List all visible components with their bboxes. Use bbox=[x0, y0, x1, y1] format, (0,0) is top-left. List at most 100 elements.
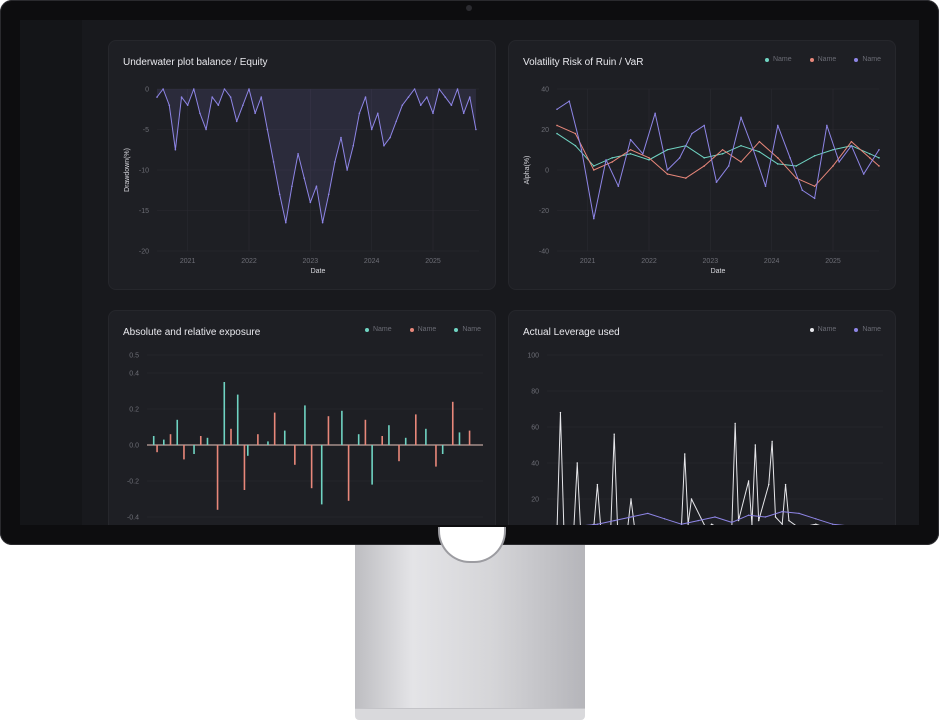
data-point bbox=[254, 112, 256, 115]
camera-dot bbox=[466, 5, 472, 11]
data-point bbox=[690, 498, 693, 500]
x-tick-label: 2025 bbox=[425, 258, 441, 265]
y-tick-label: -5 bbox=[143, 127, 149, 134]
exposure-bar bbox=[257, 434, 259, 445]
data-point bbox=[630, 516, 632, 518]
data-point bbox=[685, 177, 687, 179]
data-point bbox=[734, 422, 736, 425]
data-point bbox=[617, 185, 620, 187]
data-point bbox=[186, 104, 189, 106]
data-point bbox=[832, 165, 834, 167]
data-point bbox=[740, 161, 742, 163]
y-axis-label: Alpha(%) bbox=[524, 156, 531, 185]
y-tick-label: -15 bbox=[139, 208, 149, 215]
data-point bbox=[291, 185, 293, 187]
data-point bbox=[781, 523, 783, 525]
y-tick-label: 20 bbox=[541, 127, 549, 134]
data-point bbox=[715, 181, 718, 183]
exposure-chart: 0.5 0.4 0.2 0.0 -0.2 -0.4 bbox=[127, 353, 483, 522]
data-point bbox=[248, 88, 250, 90]
sidebar bbox=[20, 20, 82, 525]
volatility-chart: 40 20 0 -20 -40 2021 2022 2023 2024 2025 Date Alpha… bbox=[524, 87, 880, 275]
data-point bbox=[795, 165, 797, 167]
underwater-chart-panel: Underwater plot balance / Equity 0 -5 -10-… bbox=[108, 40, 496, 290]
data-point bbox=[315, 185, 318, 187]
data-point bbox=[878, 165, 880, 167]
exposure-bar bbox=[193, 445, 195, 454]
series-line bbox=[556, 124, 880, 187]
y-tick-label: 0.2 bbox=[129, 407, 139, 414]
data-point bbox=[205, 128, 207, 131]
data-point bbox=[475, 128, 477, 131]
data-point bbox=[426, 96, 428, 98]
data-point bbox=[703, 157, 705, 159]
data-point bbox=[663, 518, 666, 520]
exposure-bar bbox=[230, 428, 232, 445]
data-point bbox=[678, 157, 681, 159]
exposure-bar bbox=[468, 430, 471, 445]
data-point bbox=[242, 104, 244, 106]
data-point bbox=[777, 157, 779, 159]
series-line bbox=[556, 412, 820, 525]
data-point bbox=[596, 483, 599, 486]
x-tick-label: 2024 bbox=[764, 258, 780, 265]
data-point bbox=[438, 88, 440, 90]
y-tick-label: 60 bbox=[531, 425, 539, 432]
exposure-bar bbox=[398, 445, 400, 462]
data-point bbox=[784, 483, 787, 486]
exposure-bar bbox=[199, 436, 202, 445]
data-point bbox=[878, 148, 880, 151]
monitor-stand-base bbox=[355, 708, 585, 720]
exposure-bar bbox=[327, 416, 330, 445]
data-point bbox=[697, 519, 699, 522]
x-tick-label: 2023 bbox=[703, 258, 719, 265]
data-point bbox=[771, 440, 773, 443]
data-point bbox=[777, 163, 779, 165]
exposure-bar bbox=[169, 434, 172, 445]
data-point bbox=[832, 148, 834, 151]
data-point bbox=[413, 88, 416, 90]
data-point bbox=[815, 523, 817, 525]
drawdown-area bbox=[157, 89, 476, 223]
leverage-chart-panel: Actual Leverage used Name Name 100 80 60 40 2… bbox=[508, 310, 896, 525]
exposure-bar bbox=[364, 419, 367, 445]
data-point bbox=[629, 153, 632, 155]
data-point bbox=[798, 512, 800, 515]
data-point bbox=[777, 124, 779, 127]
data-point bbox=[340, 136, 342, 139]
data-point bbox=[456, 88, 459, 90]
y-tick-label: 0 bbox=[545, 168, 549, 175]
exposure-bar bbox=[441, 445, 444, 454]
data-point bbox=[613, 519, 615, 522]
data-point bbox=[613, 433, 615, 435]
y-tick-label: 80 bbox=[531, 389, 539, 396]
exposure-bar bbox=[458, 432, 461, 445]
data-point bbox=[754, 444, 757, 446]
data-point bbox=[838, 161, 840, 163]
exposure-bar bbox=[371, 445, 373, 485]
exposure-chart-panel: Absolute and relative exposure Name Name N… bbox=[108, 310, 496, 525]
data-point bbox=[364, 96, 367, 98]
data-point bbox=[654, 112, 656, 115]
underwater-chart: 0 -5 -10 -15 -20 2021 2022 2023 2024 2025 Date Draw… bbox=[124, 87, 479, 275]
exposure-bar bbox=[294, 445, 296, 465]
exposure-bar bbox=[273, 412, 276, 445]
data-point bbox=[789, 157, 791, 159]
data-point bbox=[850, 144, 853, 147]
x-axis-label: Date bbox=[711, 268, 726, 275]
y-tick-label: -20 bbox=[139, 249, 149, 256]
data-point bbox=[629, 138, 632, 141]
data-point bbox=[727, 165, 730, 167]
data-point bbox=[751, 523, 753, 525]
data-point bbox=[168, 104, 171, 106]
data-point bbox=[721, 153, 724, 155]
x-tick-label: 2024 bbox=[364, 258, 380, 265]
y-tick-label: 100 bbox=[527, 353, 539, 360]
data-point bbox=[432, 112, 434, 115]
data-point bbox=[593, 169, 595, 171]
data-point bbox=[758, 150, 761, 153]
x-tick-label: 2021 bbox=[180, 258, 196, 265]
data-point bbox=[862, 173, 865, 175]
data-point bbox=[370, 128, 373, 131]
data-point bbox=[826, 124, 828, 127]
